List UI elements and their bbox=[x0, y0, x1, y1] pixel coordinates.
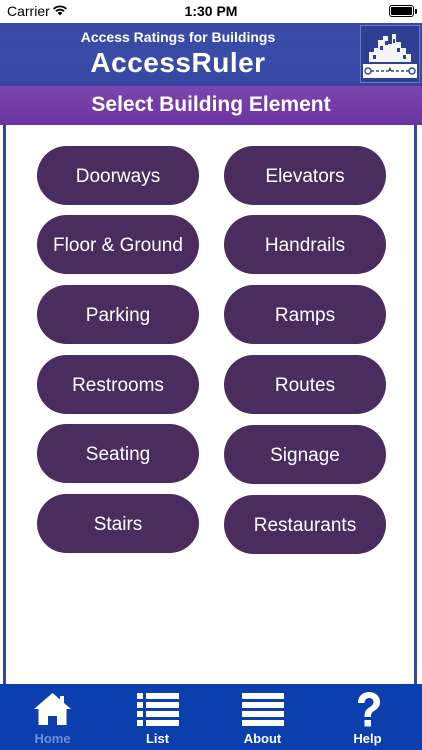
building-element-grid: Doorways Elevators Floor & Ground Handra… bbox=[3, 125, 417, 684]
elevators-button[interactable]: Elevators bbox=[224, 146, 386, 205]
building-ruler-logo-icon bbox=[360, 25, 420, 83]
seating-button[interactable]: Seating bbox=[37, 424, 199, 483]
parking-button[interactable]: Parking bbox=[37, 285, 199, 344]
section-header: Select Building Element bbox=[0, 86, 422, 125]
tab-about-label: About bbox=[243, 731, 282, 746]
battery-icon bbox=[389, 5, 417, 17]
ramps-button[interactable]: Ramps bbox=[224, 285, 386, 344]
routes-button[interactable]: Routes bbox=[224, 355, 386, 414]
clock-time: 1:30 PM bbox=[184, 3, 238, 19]
tab-about[interactable]: About bbox=[210, 684, 315, 750]
tab-home-label: Home bbox=[34, 731, 71, 746]
section-title: Select Building Element bbox=[91, 93, 331, 116]
menu-icon bbox=[242, 693, 284, 726]
status-bar: Carrier 1:30 PM bbox=[0, 0, 422, 23]
stairs-button[interactable]: Stairs bbox=[37, 494, 199, 553]
list-icon bbox=[137, 693, 179, 726]
tab-help[interactable]: Help bbox=[315, 684, 420, 750]
home-icon bbox=[34, 693, 71, 725]
doorways-button[interactable]: Doorways bbox=[37, 146, 199, 205]
tab-help-label: Help bbox=[353, 731, 382, 746]
handrails-button[interactable]: Handrails bbox=[224, 215, 386, 274]
tab-list[interactable]: List bbox=[105, 684, 210, 750]
restrooms-button[interactable]: Restrooms bbox=[37, 355, 199, 414]
restaurants-button[interactable]: Restaurants bbox=[224, 495, 386, 554]
tab-home[interactable]: Home bbox=[0, 684, 105, 750]
app-title: AccessRuler bbox=[90, 47, 266, 78]
help-icon bbox=[358, 692, 380, 727]
app-header: Access Ratings for Buildings AccessRuler bbox=[0, 23, 422, 86]
tab-list-label: List bbox=[145, 731, 170, 746]
floor-ground-button[interactable]: Floor & Ground bbox=[37, 215, 199, 274]
signage-button[interactable]: Signage bbox=[224, 425, 386, 484]
app-subtitle: Access Ratings for Buildings bbox=[80, 29, 276, 45]
tab-bar: Home List About Help bbox=[0, 684, 422, 750]
